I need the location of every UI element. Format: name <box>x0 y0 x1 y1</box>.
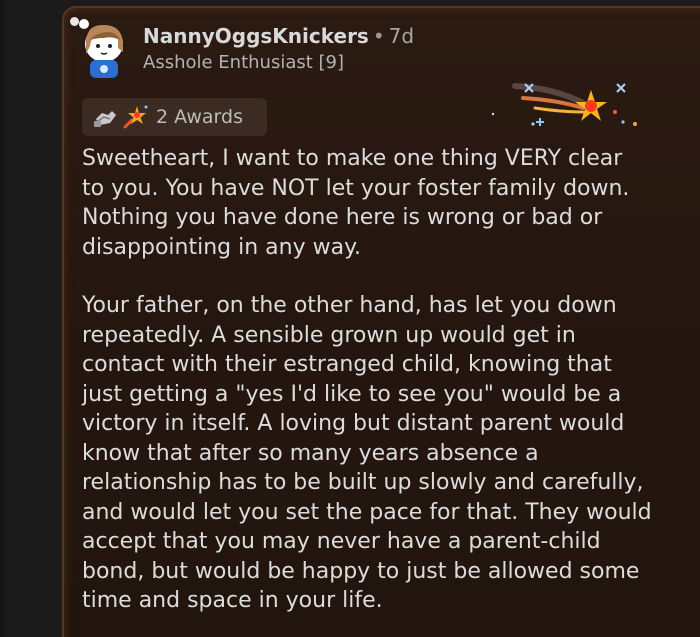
comet-award-icon <box>491 83 637 126</box>
awards-button[interactable]: 2 Awards <box>82 98 267 136</box>
user-flair: Asshole Enthusiast [9] <box>143 52 345 73</box>
awards-count-label: 2 Awards <box>156 106 243 128</box>
comment-paragraph: Sweetheart, I want to make one thing VER… <box>82 146 630 260</box>
avatar[interactable] <box>76 18 132 80</box>
comment-paragraph: Your father, on the other hand, has let … <box>82 293 652 613</box>
comment-timestamp[interactable]: 7d <box>389 24 414 48</box>
helping-hand-award-icon <box>94 111 116 127</box>
page: NannyOggsKnickers • 7d Asshole Enthusiast … <box>0 0 700 637</box>
comment-author-line: NannyOggsKnickers • 7d <box>143 24 414 48</box>
comment-body: Sweetheart, I want to make one thing VER… <box>82 144 692 637</box>
username-link[interactable]: NannyOggsKnickers <box>143 24 369 48</box>
thread-rail[interactable] <box>0 0 4 637</box>
starry-award-icon <box>123 105 148 129</box>
meta-separator: • <box>372 24 385 48</box>
